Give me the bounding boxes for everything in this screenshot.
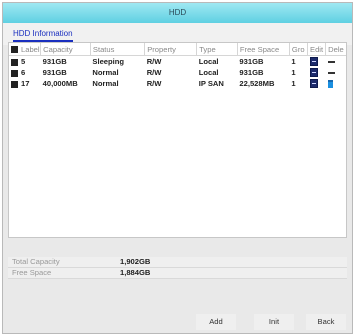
header-group: Gro xyxy=(289,43,309,56)
row-free-space: 931GB xyxy=(239,57,264,66)
row-capacity: 40,000MB xyxy=(42,79,78,88)
table-row[interactable]: 5 931GB Sleeping R/W Local 931GB 1 xyxy=(9,56,346,68)
row-type: IP SAN xyxy=(198,79,224,88)
header-type: Type xyxy=(196,43,238,56)
row-label: 5 xyxy=(21,57,26,66)
table-row[interactable]: 17 40,000MB Normal R/W IP SAN 22,528MB 1 xyxy=(9,78,346,89)
hdd-summary: Total Capacity 1,902GB Free Space 1,884G… xyxy=(8,257,347,279)
row-checkbox[interactable] xyxy=(11,80,18,88)
row-status: Sleeping xyxy=(92,57,125,66)
header-label[interactable]: Label xyxy=(9,43,42,56)
row-property: R/W xyxy=(146,79,162,88)
hdd-table: Label Capacity Status Property Type Free… xyxy=(8,42,347,238)
total-capacity-label: Total Capacity xyxy=(12,257,60,266)
row-status: Normal xyxy=(92,79,119,88)
back-button[interactable]: Back xyxy=(306,314,346,330)
row-status: Normal xyxy=(92,68,119,77)
row-type: Local xyxy=(198,57,219,66)
add-button[interactable]: Add xyxy=(196,314,236,330)
header-capacity: Capacity xyxy=(40,43,91,56)
row-group: 1 xyxy=(291,79,296,88)
edit-icon[interactable] xyxy=(309,79,318,89)
header-status: Status xyxy=(90,43,146,56)
window-title: HDD xyxy=(3,3,352,23)
table-header-row: Label Capacity Status Property Type Free… xyxy=(9,43,346,56)
edit-icon[interactable] xyxy=(309,68,318,78)
total-capacity-value: 1,902GB xyxy=(120,257,151,266)
header-delete: Dele xyxy=(325,43,346,56)
row-type: Local xyxy=(198,68,219,77)
row-free-space: 22,528MB xyxy=(239,79,275,88)
select-all-checkbox[interactable] xyxy=(11,46,18,53)
table-row[interactable]: 6 931GB Normal R/W Local 931GB 1 xyxy=(9,67,346,78)
row-property: R/W xyxy=(146,57,162,66)
minus-icon[interactable] xyxy=(327,61,335,63)
tab-hdd-information[interactable]: HDD Information xyxy=(13,29,73,42)
row-checkbox[interactable] xyxy=(11,69,18,77)
row-capacity: 931GB xyxy=(42,68,67,77)
row-capacity: 931GB xyxy=(42,57,67,66)
free-space-value: 1,884GB xyxy=(120,268,151,277)
total-capacity-row: Total Capacity 1,902GB xyxy=(8,257,347,268)
row-property: R/W xyxy=(146,68,162,77)
row-group: 1 xyxy=(291,57,296,66)
init-button[interactable]: Init xyxy=(254,314,294,330)
row-label: 6 xyxy=(21,68,26,77)
edit-icon[interactable] xyxy=(309,57,318,67)
trash-icon[interactable] xyxy=(327,80,333,88)
minus-icon[interactable] xyxy=(327,72,335,74)
free-space-label: Free Space xyxy=(12,268,52,277)
header-edit: Edit xyxy=(307,43,327,56)
free-space-row: Free Space 1,884GB xyxy=(8,268,347,279)
header-property: Property xyxy=(144,43,198,56)
row-checkbox[interactable] xyxy=(11,58,18,66)
row-free-space: 931GB xyxy=(239,68,264,77)
row-label: 17 xyxy=(21,79,30,88)
row-group: 1 xyxy=(291,68,296,77)
header-free-space: Free Space xyxy=(237,43,290,56)
